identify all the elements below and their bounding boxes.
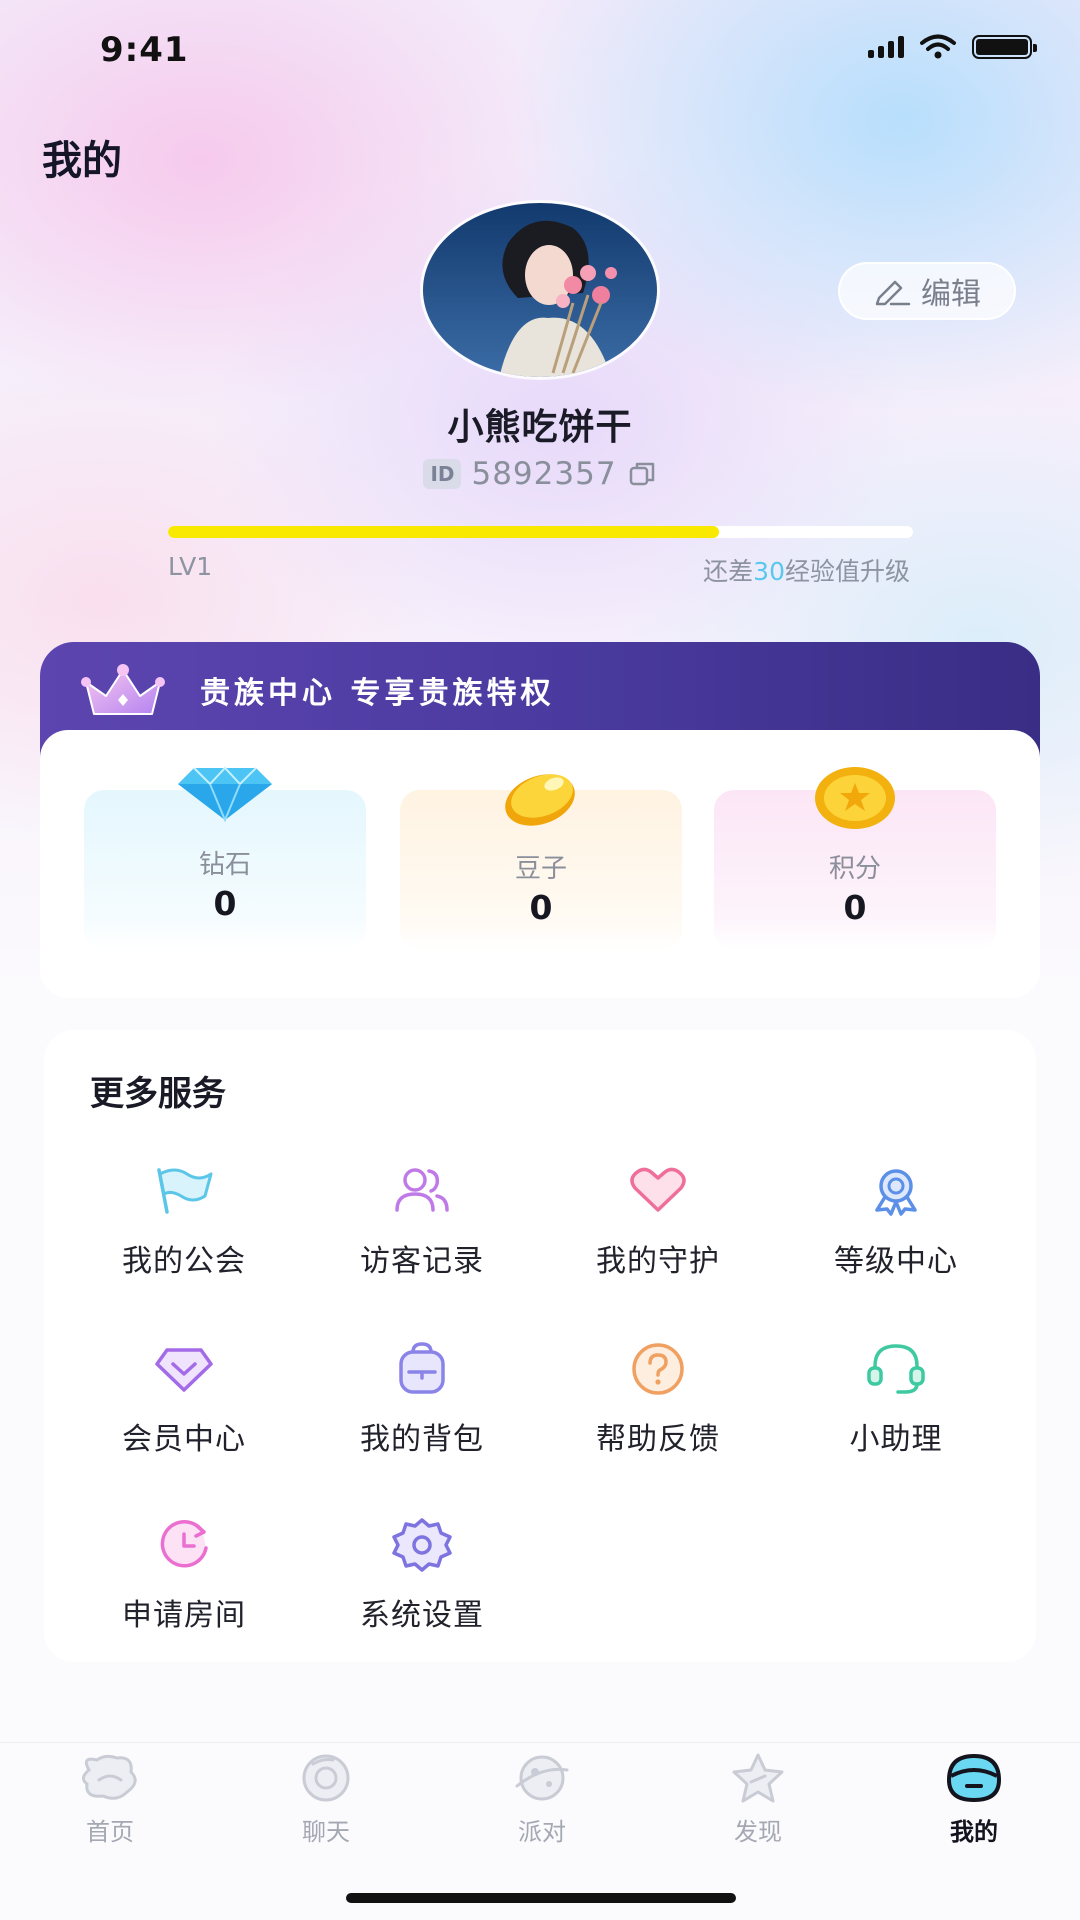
service-visitor-log[interactable]: 访客记录	[304, 1160, 540, 1300]
service-help-feedback[interactable]: 帮助反馈	[540, 1338, 776, 1478]
service-assistant[interactable]: 小助理	[778, 1338, 1014, 1478]
home-indicator	[346, 1893, 736, 1903]
level-hint-suffix: 经验值升级	[784, 557, 910, 586]
bean-icon	[505, 774, 575, 826]
level-label: LV1	[168, 552, 213, 581]
service-my-backpack[interactable]: 我的背包	[304, 1338, 540, 1478]
service-apply-room[interactable]: 申请房间	[66, 1514, 302, 1654]
star-icon	[732, 1753, 784, 1803]
tab-mine[interactable]: 我的	[866, 1752, 1080, 1862]
service-my-guild[interactable]: 我的公会	[66, 1160, 302, 1300]
more-services-title: 更多服务	[90, 1074, 226, 1114]
gear-icon	[392, 1518, 452, 1572]
service-level-center[interactable]: 等级中心	[778, 1160, 1014, 1300]
service-label: 等级中心	[834, 1244, 958, 1279]
wallet-value-bean: 0	[529, 888, 553, 927]
cellular-signal-icon	[868, 36, 904, 58]
service-label: 我的公会	[122, 1244, 246, 1279]
tab-home[interactable]: 首页	[2, 1752, 218, 1862]
wallet-label-points: 积分	[828, 854, 881, 884]
avatar[interactable]	[420, 200, 660, 380]
edit-icon	[875, 280, 911, 306]
level-progress-bar	[168, 526, 913, 538]
service-label: 帮助反馈	[596, 1422, 720, 1457]
diamond-icon	[178, 766, 272, 822]
page-title: 我的	[42, 138, 122, 184]
level-progress-fill	[168, 526, 720, 538]
tab-discover[interactable]: 发现	[650, 1752, 866, 1862]
tab-label: 首页	[86, 1818, 134, 1846]
home-planet-icon	[82, 1754, 137, 1800]
vip-banner-text: 贵族中心 专享贵族特权	[200, 676, 555, 711]
status-time: 9:41	[100, 30, 189, 70]
copy-icon[interactable]	[627, 459, 657, 489]
service-label: 小助理	[849, 1422, 943, 1457]
user-id-row: ID 5892357	[0, 456, 1080, 492]
wallet-value-diamond: 0	[213, 884, 237, 923]
users-icon	[395, 1168, 449, 1212]
wallet-label-bean: 豆子	[514, 854, 567, 884]
tab-label: 派对	[518, 1818, 566, 1846]
badge-icon	[875, 1169, 917, 1216]
service-label: 我的背包	[360, 1422, 484, 1457]
level-hint-value: 30	[753, 557, 785, 586]
wallet-label-diamond: 钻石	[198, 850, 251, 880]
level-hint-prefix: 还差	[703, 557, 754, 586]
tab-party[interactable]: 派对	[434, 1752, 650, 1862]
service-my-guardian[interactable]: 我的守护	[540, 1160, 776, 1300]
edit-label: 编辑	[921, 277, 981, 312]
service-label: 申请房间	[122, 1598, 246, 1633]
level-upgrade-hint: 还差30经验值升级	[703, 552, 910, 588]
tab-label: 发现	[734, 1818, 782, 1846]
service-label: 访客记录	[360, 1244, 484, 1279]
tab-chat[interactable]: 聊天	[218, 1752, 434, 1862]
service-label: 我的守护	[596, 1244, 720, 1279]
service-system-settings[interactable]: 系统设置	[304, 1514, 540, 1654]
party-planet-icon	[515, 1755, 569, 1801]
backpack-icon	[399, 1342, 445, 1394]
headset-icon	[867, 1344, 925, 1394]
service-label: 系统设置	[360, 1598, 484, 1633]
id-badge: ID	[423, 459, 462, 489]
coin-icon	[815, 767, 895, 829]
heart-icon	[630, 1167, 686, 1212]
help-icon	[632, 1343, 684, 1395]
edit-profile-button[interactable]: 编辑	[838, 262, 1016, 320]
tab-label: 我的	[950, 1818, 998, 1846]
tab-label: 聊天	[302, 1818, 350, 1846]
wifi-icon	[920, 34, 956, 59]
username: 小熊吃饼干	[447, 407, 633, 448]
chat-planet-icon	[302, 1754, 350, 1802]
crown-icon	[81, 664, 165, 715]
profile-face-icon	[946, 1753, 1002, 1803]
wallet-value-points: 0	[843, 888, 867, 927]
status-icons	[868, 34, 1037, 60]
vip-gem-icon	[155, 1348, 213, 1392]
service-label: 会员中心	[122, 1422, 246, 1457]
clock-icon	[160, 1520, 208, 1568]
user-id-number: 5892357	[471, 456, 617, 492]
service-member-center[interactable]: 会员中心	[66, 1338, 302, 1478]
flag-icon	[157, 1168, 213, 1214]
battery-icon	[972, 35, 1037, 59]
